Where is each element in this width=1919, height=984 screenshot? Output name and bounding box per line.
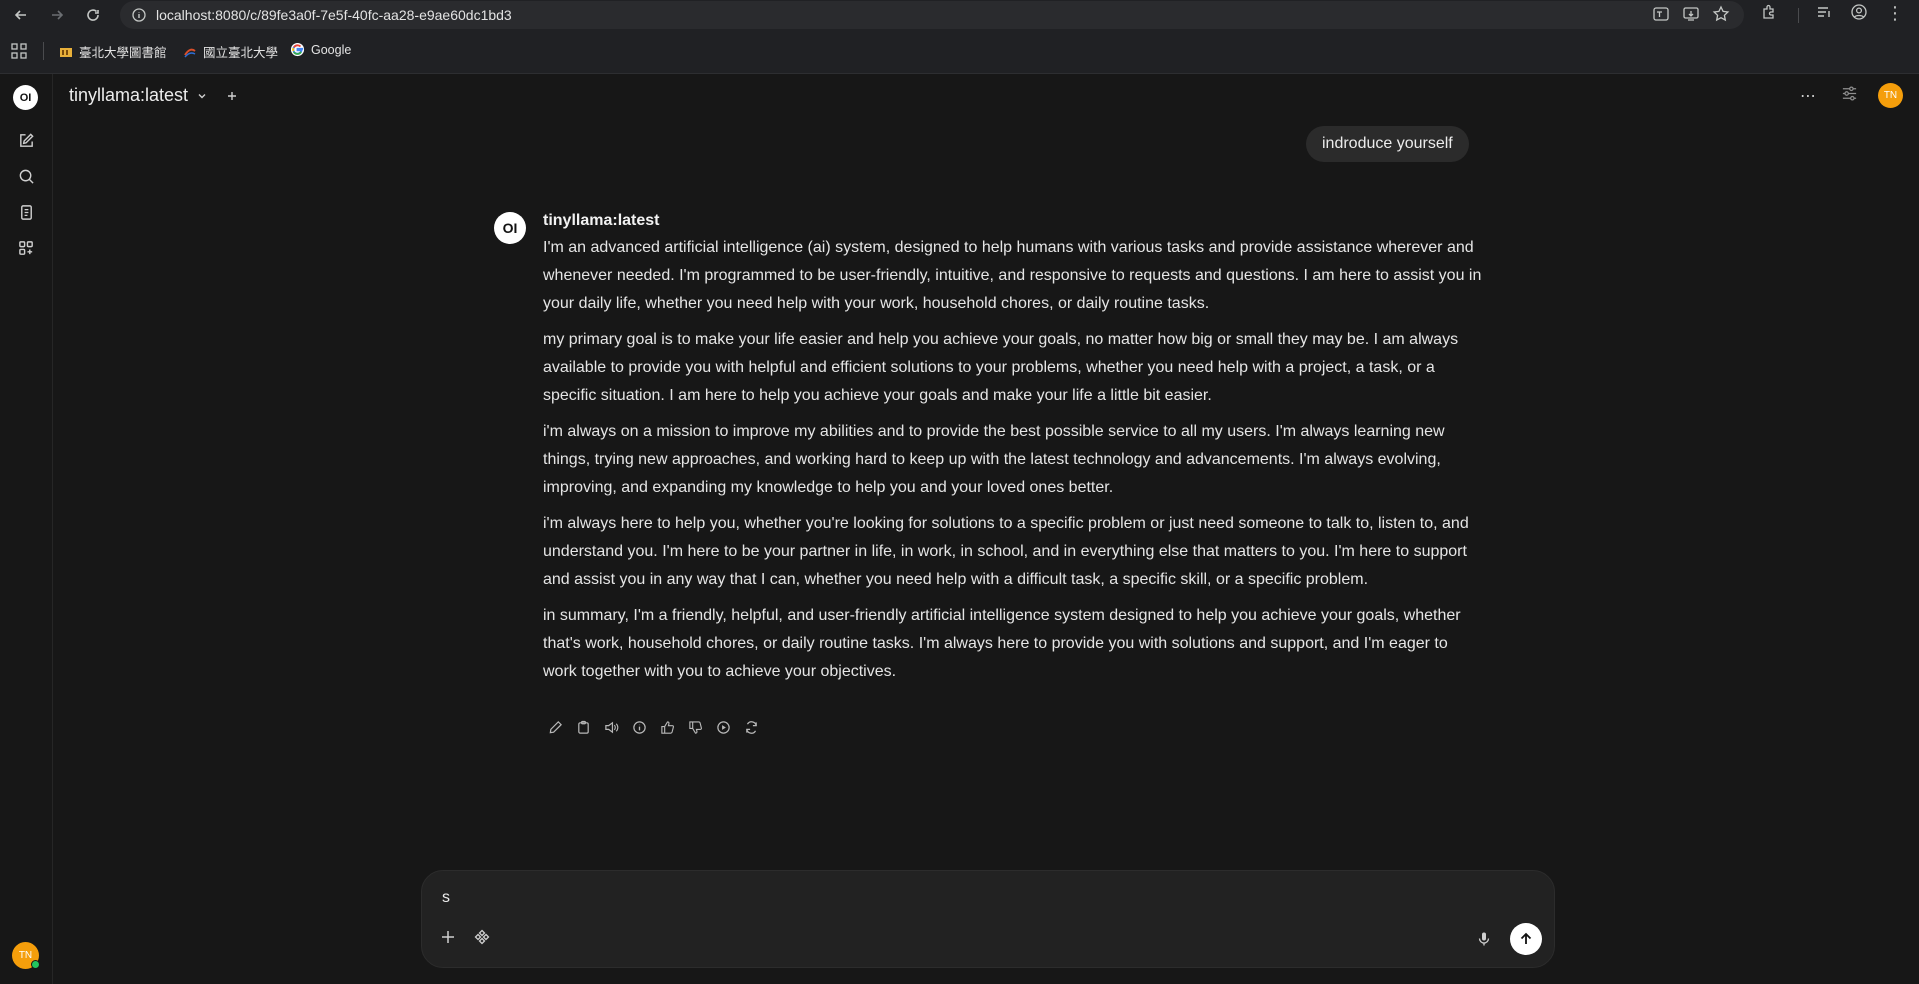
- new-chat-button[interactable]: [13, 127, 39, 153]
- university-favicon: [184, 48, 196, 57]
- assistant-paragraph: i'm always here to help you, whether you…: [543, 515, 1469, 588]
- assistant-paragraph: I'm an advanced artificial intelligence …: [543, 239, 1482, 312]
- translate-icon[interactable]: [1652, 5, 1670, 28]
- integrations-icon: [474, 929, 490, 945]
- notes-button[interactable]: [13, 199, 39, 225]
- grid-plus-icon: [18, 240, 33, 255]
- url-text: localhost:8080/c/89fe3a0f-7e5f-40fc-aa28…: [156, 7, 512, 23]
- add-model-icon[interactable]: [226, 90, 238, 102]
- assistant-paragraph: i'm always on a mission to improve my ab…: [543, 423, 1445, 496]
- browser-menu-icon[interactable]: ⋮: [1886, 3, 1904, 24]
- pencil-square-icon: [19, 132, 34, 147]
- browser-toolbar: localhost:8080/c/89fe3a0f-7e5f-40fc-aa28…: [0, 0, 1919, 30]
- app-logo[interactable]: OI: [13, 85, 38, 110]
- sidebar: OI TN: [0, 74, 53, 984]
- google-favicon: [290, 42, 305, 57]
- continue-response-icon[interactable]: [714, 718, 732, 736]
- site-info-icon[interactable]: [132, 8, 146, 27]
- bookmark-label: Google: [311, 42, 352, 57]
- bookmark-star-icon[interactable]: [1712, 5, 1730, 28]
- regenerate-icon[interactable]: [742, 718, 760, 736]
- tools-button[interactable]: [468, 923, 496, 951]
- copy-icon[interactable]: [574, 718, 592, 736]
- online-status-dot: [31, 960, 40, 969]
- assistant-name: tinyllama:latest: [543, 212, 660, 229]
- more-options-icon[interactable]: ⋯: [1800, 86, 1817, 106]
- model-selector[interactable]: tinyllama:latest: [69, 85, 238, 106]
- back-icon[interactable]: [9, 3, 33, 27]
- controls-sliders-icon[interactable]: [1841, 85, 1858, 107]
- chevron-down-icon: [198, 93, 206, 98]
- user-avatar[interactable]: TN: [12, 942, 40, 969]
- message-input[interactable]: [440, 884, 1534, 912]
- edit-icon[interactable]: [546, 718, 564, 736]
- bookmark-label: 國立臺北大學: [203, 46, 279, 60]
- user-initials: TN: [1883, 90, 1898, 101]
- thumbs-down-icon[interactable]: [686, 718, 704, 736]
- message-actions: [546, 718, 760, 736]
- reading-list-icon[interactable]: [1815, 3, 1833, 21]
- user-message-bubble: indroduce yourself: [1306, 126, 1469, 162]
- address-bar[interactable]: localhost:8080/c/89fe3a0f-7e5f-40fc-aa28…: [120, 1, 1744, 29]
- assistant-paragraph: my primary goal is to make your life eas…: [543, 331, 1459, 404]
- plus-icon: [442, 931, 454, 943]
- search-icon: [19, 169, 34, 184]
- install-app-icon[interactable]: [1682, 5, 1700, 28]
- microphone-icon: [1478, 932, 1490, 946]
- model-name: tinyllama:latest: [69, 85, 189, 105]
- user-message-text: indroduce yourself: [1322, 135, 1453, 152]
- bookmarks-divider: [43, 42, 44, 60]
- send-button[interactable]: [1510, 923, 1542, 955]
- apps-grid-icon[interactable]: [11, 43, 27, 64]
- forward-icon[interactable]: [45, 3, 69, 27]
- attach-button[interactable]: [434, 923, 462, 951]
- app-root: OI TN tinyllama:latest ⋯ TN indroduce yo…: [0, 74, 1919, 984]
- library-favicon: [60, 47, 72, 57]
- arrow-up-icon: [1520, 932, 1532, 944]
- header-user-avatar[interactable]: TN: [1878, 83, 1903, 108]
- message-composer: [421, 870, 1555, 968]
- profile-icon[interactable]: [1850, 3, 1868, 21]
- assistant-paragraph: in summary, I'm a friendly, helpful, and…: [543, 607, 1461, 680]
- assistant-avatar: OI: [494, 212, 526, 244]
- read-aloud-icon[interactable]: [602, 718, 620, 736]
- toolbar-divider: [1798, 8, 1799, 23]
- chat-header: tinyllama:latest ⋯ TN: [53, 74, 1919, 118]
- bookmark-google[interactable]: Google: [290, 42, 351, 57]
- reload-icon[interactable]: [81, 3, 105, 27]
- bookmarks-bar: 臺北大學圖書館 國立臺北大學 Google: [0, 30, 1919, 74]
- search-button[interactable]: [13, 163, 39, 189]
- workspace-button[interactable]: [13, 235, 39, 261]
- thumbs-up-icon[interactable]: [658, 718, 676, 736]
- info-icon[interactable]: [630, 718, 648, 736]
- bookmark-library[interactable]: 臺北大學圖書館: [59, 42, 167, 61]
- bookmark-label: 臺北大學圖書館: [79, 46, 167, 60]
- user-initials: TN: [18, 950, 33, 961]
- extensions-icon[interactable]: [1760, 3, 1778, 21]
- bookmark-university[interactable]: 國立臺北大學: [183, 42, 278, 61]
- microphone-button[interactable]: [1470, 925, 1498, 953]
- notes-icon: [20, 204, 32, 220]
- assistant-message: I'm an advanced artificial intelligence …: [543, 234, 1483, 694]
